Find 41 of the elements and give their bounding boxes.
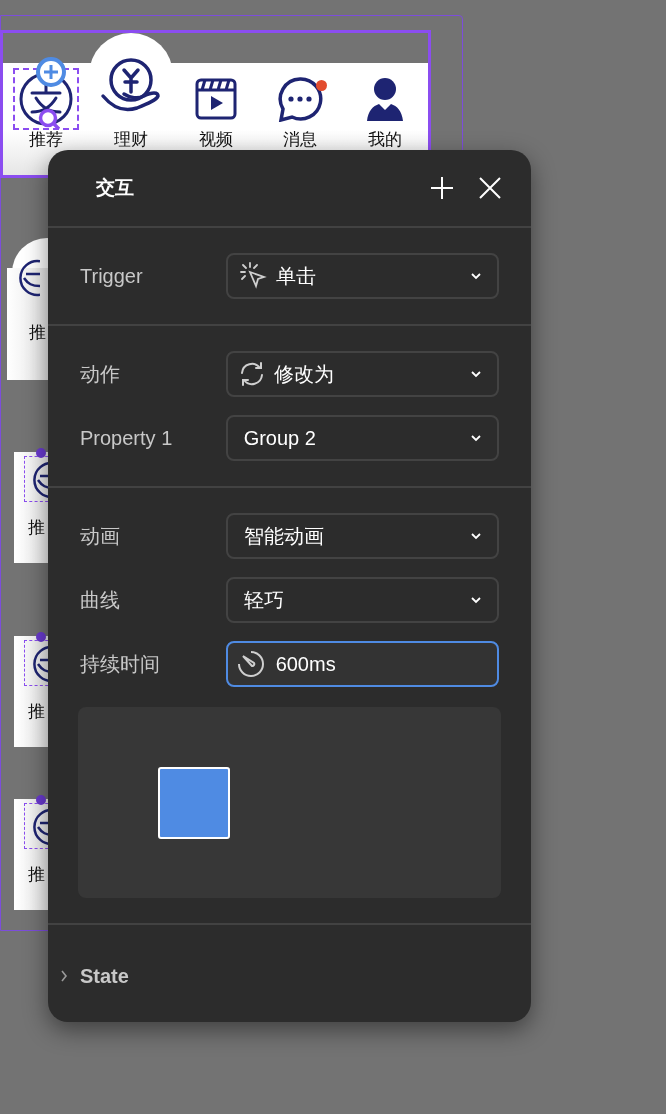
row-label: 持续时间 xyxy=(80,652,161,677)
chevron-right-icon xyxy=(60,970,68,982)
variant-label: 推 xyxy=(29,323,46,343)
chevron-down-icon xyxy=(471,532,481,540)
close-button[interactable] xyxy=(477,175,503,201)
row-label: 曲线 xyxy=(80,588,121,613)
handle[interactable] xyxy=(36,795,46,805)
tab-label[interactable]: 消息 xyxy=(283,131,318,148)
dropdown[interactable]: 轻巧 xyxy=(225,577,499,623)
dropdown[interactable]: Group 2 xyxy=(225,415,499,461)
variant-label: 推 xyxy=(28,702,45,722)
chevron-down-icon xyxy=(471,596,481,604)
handle[interactable] xyxy=(36,632,46,642)
tab-label[interactable]: 推荐 xyxy=(29,131,63,148)
tab-label[interactable]: 我的 xyxy=(368,131,402,148)
variant-label: 推 xyxy=(28,865,45,885)
chevron-down-icon xyxy=(471,370,481,378)
row-label: 动画 xyxy=(80,524,121,549)
dropdown[interactable]: 修改为 xyxy=(225,351,499,397)
resize-handle[interactable] xyxy=(38,108,60,130)
tab-label[interactable]: 视频 xyxy=(198,131,233,148)
add-button[interactable] xyxy=(429,175,455,201)
state-section-toggle[interactable]: State xyxy=(60,961,129,991)
plus-icon xyxy=(430,176,454,200)
duration-field[interactable]: 600ms xyxy=(225,641,499,687)
tab-label[interactable]: 理财 xyxy=(113,131,148,148)
row-label: Property 1 xyxy=(80,426,174,451)
dropdown[interactable]: 智能动画 xyxy=(225,513,499,559)
timer-icon xyxy=(235,649,266,679)
preview-square xyxy=(158,767,230,839)
panel-title: 交互 xyxy=(96,175,134,200)
plus-icon xyxy=(43,64,59,80)
chevron-down-icon xyxy=(471,272,481,280)
row-label: Trigger xyxy=(80,264,144,289)
close-icon xyxy=(479,177,501,199)
row-label: 动作 xyxy=(80,362,121,387)
handle[interactable] xyxy=(36,448,46,458)
chat-icon xyxy=(277,76,324,122)
dropdown[interactable]: 单击 xyxy=(225,253,499,299)
chevron-down-icon xyxy=(471,434,481,442)
variant-label: 推 xyxy=(28,518,45,538)
